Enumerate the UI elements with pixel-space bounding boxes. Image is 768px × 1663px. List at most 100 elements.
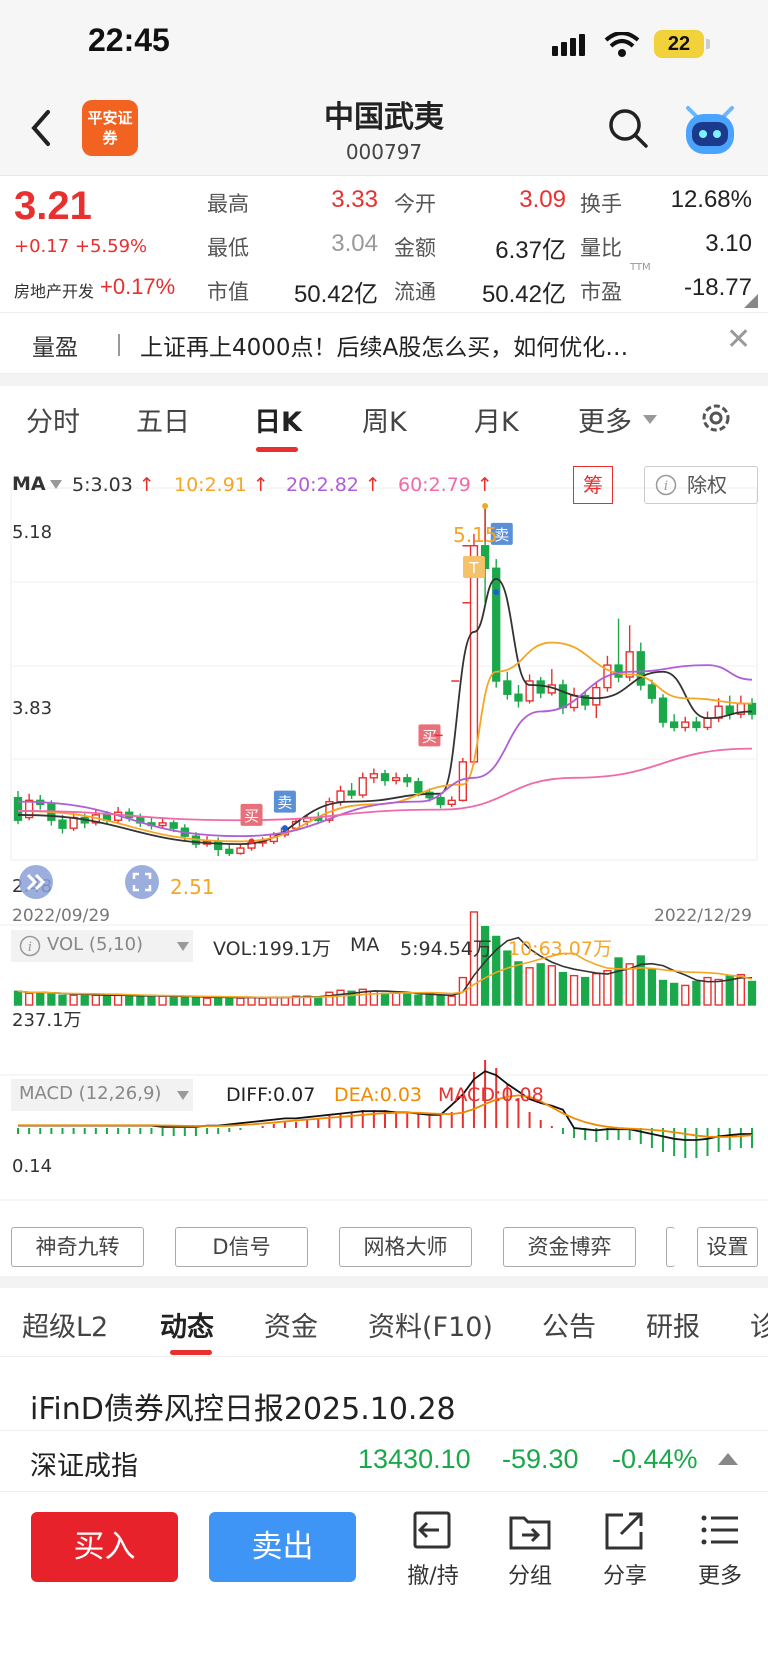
high-label: 最高 xyxy=(207,192,249,216)
divider xyxy=(0,1356,768,1357)
vol-indicator-selector[interactable]: i VOL (5,10) xyxy=(11,930,193,962)
news-headline[interactable]: 上证再上4000点！后续A股怎么买，如何优化… xyxy=(140,328,700,362)
assistant-robot-icon[interactable] xyxy=(680,104,740,156)
expand-up-icon[interactable] xyxy=(718,1452,738,1466)
market-cap-value: 50.42亿 xyxy=(293,281,378,308)
tool-capital-game[interactable]: 资金博弈 xyxy=(503,1227,636,1267)
ma10-text: 10:2.91 xyxy=(174,474,247,496)
date-start: 2022/09/29 xyxy=(12,906,110,926)
tab-weekly-k[interactable]: 周K xyxy=(362,400,407,439)
candle-body xyxy=(558,684,568,709)
volume-bar xyxy=(647,969,657,1006)
ma-label[interactable]: MA xyxy=(12,473,46,495)
group-button[interactable]: 分组 xyxy=(495,1510,565,1590)
tab-five-day[interactable]: 五日 xyxy=(136,400,190,439)
candle-body xyxy=(636,651,645,686)
volume-bar xyxy=(603,970,612,1006)
price-axis-top: 5.18 xyxy=(12,522,53,543)
sector-name[interactable]: 房地产开发 xyxy=(14,278,94,302)
candle-body xyxy=(647,684,657,699)
volume-bar xyxy=(536,963,545,1006)
sell-button[interactable]: 卖出 xyxy=(209,1512,356,1582)
candle-body xyxy=(614,664,623,678)
high-marker-label: 5.15 xyxy=(453,523,498,547)
tab-monthly-k[interactable]: 月K xyxy=(474,400,519,439)
date-end: 2022/12/29 xyxy=(654,906,752,926)
low-label: 最低 xyxy=(207,236,249,260)
tab-daily-k[interactable]: 日K xyxy=(254,400,302,439)
fullscreen-icon[interactable] xyxy=(124,864,160,900)
gear-icon[interactable] xyxy=(698,400,734,436)
tab-diagnose[interactable]: 诊 xyxy=(750,1305,768,1344)
candle-body xyxy=(380,773,390,782)
low-marker-label: 2.51 xyxy=(170,875,215,899)
open-label: 今开 xyxy=(394,192,436,216)
cancel-hold-button[interactable]: 撤/持 xyxy=(398,1510,468,1590)
current-price: 3.21 xyxy=(14,184,92,228)
volume-bar xyxy=(547,965,556,1006)
chip-distribution-button[interactable]: 筹 xyxy=(573,466,613,504)
candle-body xyxy=(503,680,512,695)
signal-wifi-icon xyxy=(552,32,640,57)
corner-expand-icon[interactable] xyxy=(744,294,758,308)
tab-super-l2[interactable]: 超级L2 xyxy=(22,1305,108,1344)
ttm-label: TTM xyxy=(630,262,651,273)
search-icon[interactable] xyxy=(606,106,650,150)
buy-button[interactable]: 买入 xyxy=(31,1512,178,1582)
tab-announcement[interactable]: 公告 xyxy=(542,1305,596,1344)
tool-grid-master[interactable]: 网格大师 xyxy=(339,1227,472,1267)
ex-rights-button[interactable]: i 除权 xyxy=(644,466,758,504)
candle-body xyxy=(225,848,234,855)
vol-axis-label: 237.1万 xyxy=(12,1010,82,1031)
tab-f10[interactable]: 资料(F10) xyxy=(368,1305,493,1344)
ex-rights-label: 除权 xyxy=(687,473,727,497)
macd-diff: DIFF:0.07 xyxy=(226,1084,316,1106)
volume-bar xyxy=(169,996,178,1006)
collapse-arrows-icon[interactable] xyxy=(18,864,54,900)
share-label: 分享 xyxy=(602,1564,647,1589)
macd-indicator-selector[interactable]: MACD (12,26,9) xyxy=(11,1079,193,1111)
close-icon[interactable]: ✕ xyxy=(726,322,751,357)
tab-capital[interactable]: 资金 xyxy=(264,1305,318,1344)
tool-d-signal[interactable]: D信号 xyxy=(175,1227,308,1267)
high-value: 3.33 xyxy=(331,186,378,213)
tab-more[interactable]: 更多 xyxy=(578,400,632,439)
candle-body xyxy=(492,567,501,682)
tool-magic-nine[interactable]: 神奇九转 xyxy=(11,1227,144,1267)
chevron-down-icon xyxy=(177,1091,189,1100)
volume-bar xyxy=(336,989,345,1006)
price-change: +0.17 +5.59% xyxy=(14,236,148,257)
up-arrow-icon: ↑ xyxy=(358,474,381,496)
tool-settings[interactable]: 设置 xyxy=(697,1227,758,1267)
tab-research[interactable]: 研报 xyxy=(646,1305,700,1344)
share-button[interactable]: 分享 xyxy=(590,1510,660,1590)
tool-partial[interactable] xyxy=(666,1227,675,1267)
ma-dropdown-icon[interactable] xyxy=(50,480,62,490)
t-signal-tag-text: T xyxy=(468,559,479,577)
tab-intraday[interactable]: 分时 xyxy=(26,400,80,439)
candle-body xyxy=(747,702,757,715)
volume-bar xyxy=(636,955,645,1006)
volume-bar xyxy=(658,979,668,1006)
info-icon: i xyxy=(655,474,677,496)
vol-indicator-label: VOL (5,10) xyxy=(47,934,144,955)
low-value: 3.04 xyxy=(331,230,378,257)
candle-body xyxy=(592,686,601,706)
volume-bar xyxy=(592,972,601,1006)
tab-news[interactable]: 动态 xyxy=(160,1305,214,1344)
volume-bar xyxy=(13,990,23,1006)
news-divider xyxy=(118,334,120,356)
volume-bar xyxy=(436,995,445,1006)
more-button[interactable]: 更多 xyxy=(685,1510,755,1590)
section-gap xyxy=(0,374,768,386)
candle-body xyxy=(536,680,545,694)
sector-change[interactable]: +0.17% xyxy=(100,274,175,300)
chevron-down-icon xyxy=(643,415,657,424)
volume-bar xyxy=(125,995,134,1006)
news-article-title[interactable]: iFinD债券风控日报2025.10.28 xyxy=(30,1384,456,1428)
candle-body xyxy=(369,773,379,779)
float-cap-label: 流通 xyxy=(394,280,436,304)
candle-body xyxy=(658,697,668,723)
ma5-value: 5:3.03 ↑ xyxy=(72,474,155,496)
info-icon: i xyxy=(19,935,41,957)
